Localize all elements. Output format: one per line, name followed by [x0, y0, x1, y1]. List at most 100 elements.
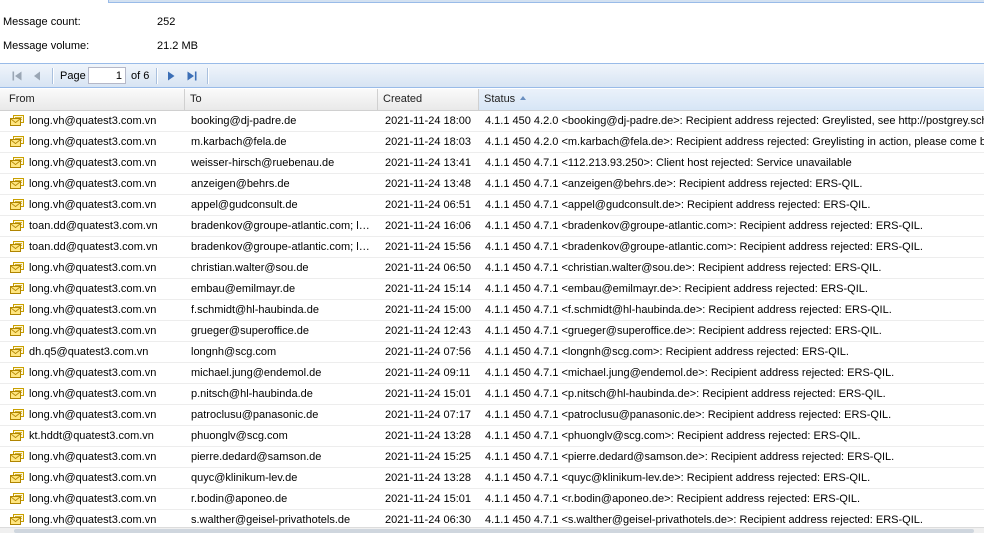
cell-created: 2021-11-24 07:17 — [385, 409, 472, 421]
table-row[interactable]: kt.hddt@quatest3.com.vn phuonglv@scg.com 2… — [0, 426, 984, 447]
message-count-label: Message count: — [3, 16, 81, 28]
cell-to: quyc@klinikum-lev.de — [191, 472, 298, 484]
table-row[interactable]: long.vh@quatest3.com.vn appel@gudconsult.… — [0, 195, 984, 216]
table-row[interactable]: long.vh@quatest3.com.vn christian.walter@… — [0, 258, 984, 279]
page-number-input[interactable] — [88, 67, 126, 84]
cell-status: 4.1.1 450 4.7.1 <patroclusu@panasonic.de… — [485, 409, 892, 421]
table-row[interactable]: long.vh@quatest3.com.vn r.bodin@aponeo.de… — [0, 489, 984, 510]
cell-from-text: long.vh@quatest3.com.vn — [29, 388, 157, 400]
cell-to: f.schmidt@hl-haubinda.de — [191, 304, 319, 316]
cell-from: long.vh@quatest3.com.vn — [10, 258, 184, 278]
active-tab[interactable] — [0, 0, 109, 3]
cell-from-text: long.vh@quatest3.com.vn — [29, 409, 157, 421]
cell-status: 4.1.1 450 4.7.1 <longnh@scg.com>: Recipi… — [485, 346, 849, 358]
cell-status: 4.1.1 450 4.7.1 <phuonglv@scg.com>: Reci… — [485, 430, 861, 442]
cell-status: 4.1.1 450 4.7.1 <embau@emilmayr.de>: Rec… — [485, 283, 868, 295]
cell-status: 4.1.1 450 4.7.1 <michael.jung@endemol.de… — [485, 367, 895, 379]
cell-to: appel@gudconsult.de — [191, 199, 298, 211]
cell-from-text: long.vh@quatest3.com.vn — [29, 514, 157, 526]
next-page-icon[interactable] — [163, 68, 179, 84]
table-row[interactable]: dh.q5@quatest3.com.vn longnh@scg.com 2021-… — [0, 342, 984, 363]
cell-from: long.vh@quatest3.com.vn — [10, 384, 184, 404]
horizontal-scrollbar[interactable] — [0, 527, 984, 533]
table-row[interactable]: long.vh@quatest3.com.vn michael.jung@ende… — [0, 363, 984, 384]
cell-to: anzeigen@behrs.de — [191, 178, 290, 190]
cell-status: 4.1.1 450 4.7.1 <quyc@klinikum-lev.de>: … — [485, 472, 871, 484]
column-header-from[interactable]: From — [0, 89, 185, 110]
cell-from: long.vh@quatest3.com.vn — [10, 174, 184, 194]
message-count-value: 252 — [157, 16, 176, 28]
cell-from-text: long.vh@quatest3.com.vn — [29, 283, 157, 295]
cell-created: 2021-11-24 06:50 — [385, 262, 472, 274]
cell-created: 2021-11-24 15:25 — [385, 451, 472, 463]
column-header-to[interactable]: To — [185, 89, 378, 110]
last-page-icon[interactable] — [184, 68, 200, 84]
cell-from: long.vh@quatest3.com.vn — [10, 111, 184, 131]
cell-from-text: kt.hddt@quatest3.com.vn — [29, 430, 154, 442]
cell-from: long.vh@quatest3.com.vn — [10, 153, 184, 173]
cell-to: p.nitsch@hl-haubinda.de — [191, 388, 313, 400]
cell-created: 2021-11-24 13:28 — [385, 472, 472, 484]
cell-to: embau@emilmayr.de — [191, 283, 296, 295]
page-total-label: of 6 — [131, 70, 150, 82]
cell-to: longnh@scg.com — [191, 346, 277, 358]
table-row[interactable]: long.vh@quatest3.com.vn patroclusu@panaso… — [0, 405, 984, 426]
cell-from-text: dh.q5@quatest3.com.vn — [29, 346, 149, 358]
table-row[interactable]: toan.dd@quatest3.com.vn bradenkov@groupe-… — [0, 216, 984, 237]
cell-created: 2021-11-24 15:56 — [385, 241, 472, 253]
cell-from-text: toan.dd@quatest3.com.vn — [29, 220, 158, 232]
cell-created: 2021-11-24 13:48 — [385, 178, 472, 190]
cell-status: 4.1.1 450 4.7.1 <anzeigen@behrs.de>: Rec… — [485, 178, 863, 190]
table-row[interactable]: long.vh@quatest3.com.vn quyc@klinikum-lev… — [0, 468, 984, 489]
table-row[interactable]: long.vh@quatest3.com.vn f.schmidt@hl-haub… — [0, 300, 984, 321]
table-row[interactable]: long.vh@quatest3.com.vn grueger@superoffi… — [0, 321, 984, 342]
toolbar-separator — [207, 68, 209, 84]
cell-status: 4.1.1 450 4.7.1 <112.213.93.250>: Client… — [485, 157, 852, 169]
cell-to: bradenkov@groupe-atlantic.com; l… — [191, 220, 370, 232]
cell-status: 4.1.1 450 4.7.1 <bradenkov@groupe-atlant… — [485, 220, 923, 232]
table-row[interactable]: long.vh@quatest3.com.vn embau@emilmayr.de… — [0, 279, 984, 300]
cell-created: 2021-11-24 13:41 — [385, 157, 472, 169]
cell-from-text: long.vh@quatest3.com.vn — [29, 136, 157, 148]
cell-status: 4.1.1 450 4.7.1 <p.nitsch@hl-haubinda.de… — [485, 388, 886, 400]
cell-to: patroclusu@panasonic.de — [191, 409, 319, 421]
table-row[interactable]: long.vh@quatest3.com.vn booking@dj-padre.… — [0, 111, 984, 132]
column-header-status[interactable]: Status — [479, 89, 984, 110]
cell-from: long.vh@quatest3.com.vn — [10, 468, 184, 488]
cell-from: long.vh@quatest3.com.vn — [10, 300, 184, 320]
table-row[interactable]: long.vh@quatest3.com.vn m.karbach@fela.de… — [0, 132, 984, 153]
cell-from: long.vh@quatest3.com.vn — [10, 489, 184, 509]
cell-from: long.vh@quatest3.com.vn — [10, 405, 184, 425]
cell-status: 4.1.1 450 4.7.1 <f.schmidt@hl-haubinda.d… — [485, 304, 892, 316]
cell-from-text: long.vh@quatest3.com.vn — [29, 199, 157, 211]
table-row[interactable]: long.vh@quatest3.com.vn pierre.dedard@sam… — [0, 447, 984, 468]
column-header-created[interactable]: Created — [378, 89, 479, 110]
cell-from: long.vh@quatest3.com.vn — [10, 279, 184, 299]
table-row[interactable]: toan.dd@quatest3.com.vn bradenkov@groupe-… — [0, 237, 984, 258]
message-volume-label: Message volume: — [3, 40, 90, 52]
cell-created: 2021-11-24 15:01 — [385, 493, 472, 505]
cell-created: 2021-11-24 18:00 — [385, 115, 472, 127]
cell-from: toan.dd@quatest3.com.vn — [10, 216, 184, 236]
table-row[interactable]: long.vh@quatest3.com.vn weisser-hirsch@ru… — [0, 153, 984, 174]
cell-to: booking@dj-padre.de — [191, 115, 297, 127]
table-row[interactable]: long.vh@quatest3.com.vn anzeigen@behrs.de… — [0, 174, 984, 195]
grid-header: From To Created Status — [0, 89, 984, 111]
cell-status: 4.1.1 450 4.2.0 <booking@dj-padre.de>: R… — [485, 115, 984, 127]
cell-created: 2021-11-24 09:11 — [385, 367, 471, 379]
toolbar-separator — [156, 68, 158, 84]
cell-to: m.karbach@fela.de — [191, 136, 287, 148]
toolbar-separator — [52, 68, 54, 84]
table-row[interactable]: long.vh@quatest3.com.vn p.nitsch@hl-haubi… — [0, 384, 984, 405]
previous-page-icon[interactable] — [29, 68, 45, 84]
cell-to: christian.walter@sou.de — [191, 262, 309, 274]
cell-status: 4.1.1 450 4.7.1 <r.bodin@aponeo.de>: Rec… — [485, 493, 861, 505]
cell-to: weisser-hirsch@ruebenau.de — [191, 157, 335, 169]
sort-ascending-icon — [520, 96, 527, 100]
cell-created: 2021-11-24 07:56 — [385, 346, 472, 358]
cell-created: 2021-11-24 06:51 — [385, 199, 472, 211]
cell-status: 4.1.1 450 4.7.1 <bradenkov@groupe-atlant… — [485, 241, 923, 253]
scrollbar-thumb[interactable] — [14, 529, 974, 533]
first-page-icon[interactable] — [9, 68, 25, 84]
cell-to: pierre.dedard@samson.de — [191, 451, 322, 463]
